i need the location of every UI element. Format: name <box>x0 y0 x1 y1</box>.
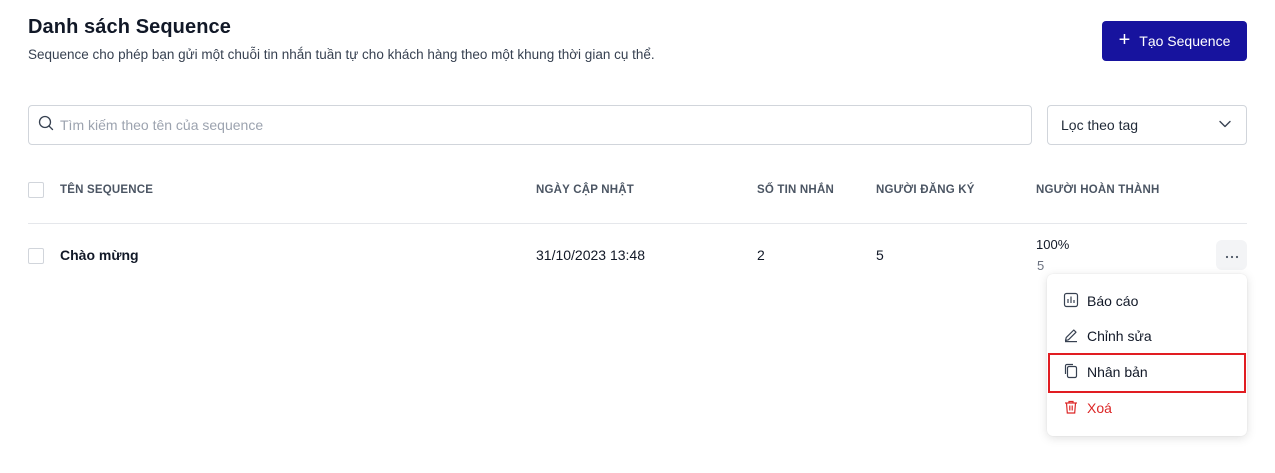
table-header-divider <box>28 223 1247 224</box>
plus-icon: + <box>1118 29 1131 51</box>
create-sequence-button[interactable]: + Tạo Sequence <box>1102 21 1247 61</box>
message-count: 2 <box>757 247 765 263</box>
completed-percent: 100% <box>1036 237 1070 252</box>
chevron-down-icon <box>1218 117 1232 134</box>
search-input[interactable] <box>60 117 960 133</box>
menu-item-label: Chỉnh sửa <box>1087 328 1152 344</box>
updated-date: 31/10/2023 13:48 <box>536 247 645 263</box>
completed-count: 5 <box>1037 258 1045 273</box>
menu-item-label: Xoá <box>1087 400 1112 416</box>
search-icon <box>38 115 54 136</box>
search-box[interactable] <box>28 105 1032 145</box>
menu-item-duplicate[interactable]: Nhân bản <box>1047 355 1247 389</box>
column-header-completed[interactable]: NGƯỜI HOÀN THÀNH <box>1036 184 1160 196</box>
subscriber-count: 5 <box>876 247 884 263</box>
more-horizontal-icon <box>1224 246 1240 264</box>
pencil-icon <box>1063 327 1079 346</box>
row-more-button[interactable] <box>1216 240 1247 270</box>
page-title: Danh sách Sequence <box>28 16 231 38</box>
column-header-updated[interactable]: NGÀY CẬP NHẬT <box>536 184 634 196</box>
copy-icon <box>1063 363 1079 382</box>
column-header-subscribers[interactable]: NGƯỜI ĐĂNG KÝ <box>876 184 975 196</box>
menu-item-report[interactable]: Báo cáo <box>1047 284 1247 318</box>
tag-filter-select[interactable]: Lọc theo tag <box>1047 105 1247 145</box>
menu-item-edit[interactable]: Chỉnh sửa <box>1047 319 1247 353</box>
row-checkbox[interactable] <box>28 248 44 264</box>
trash-icon <box>1063 399 1079 418</box>
select-all-checkbox[interactable] <box>28 182 44 198</box>
column-header-messages[interactable]: SỐ TIN NHẮN <box>757 184 834 196</box>
menu-item-label: Báo cáo <box>1087 293 1139 309</box>
create-sequence-label: Tạo Sequence <box>1139 33 1231 49</box>
menu-item-label: Nhân bản <box>1087 364 1148 380</box>
page-subtitle: Sequence cho phép bạn gửi một chuỗi tin … <box>28 47 655 62</box>
menu-item-delete[interactable]: Xoá <box>1047 391 1247 425</box>
tag-filter-label: Lọc theo tag <box>1061 117 1139 133</box>
sequence-name[interactable]: Chào mừng <box>60 247 139 263</box>
row-actions-menu: Báo cáo Chỉnh sửa Nhân bản Xoá <box>1047 274 1247 436</box>
column-header-name[interactable]: TÊN SEQUENCE <box>60 184 153 196</box>
bar-chart-icon <box>1063 292 1079 311</box>
